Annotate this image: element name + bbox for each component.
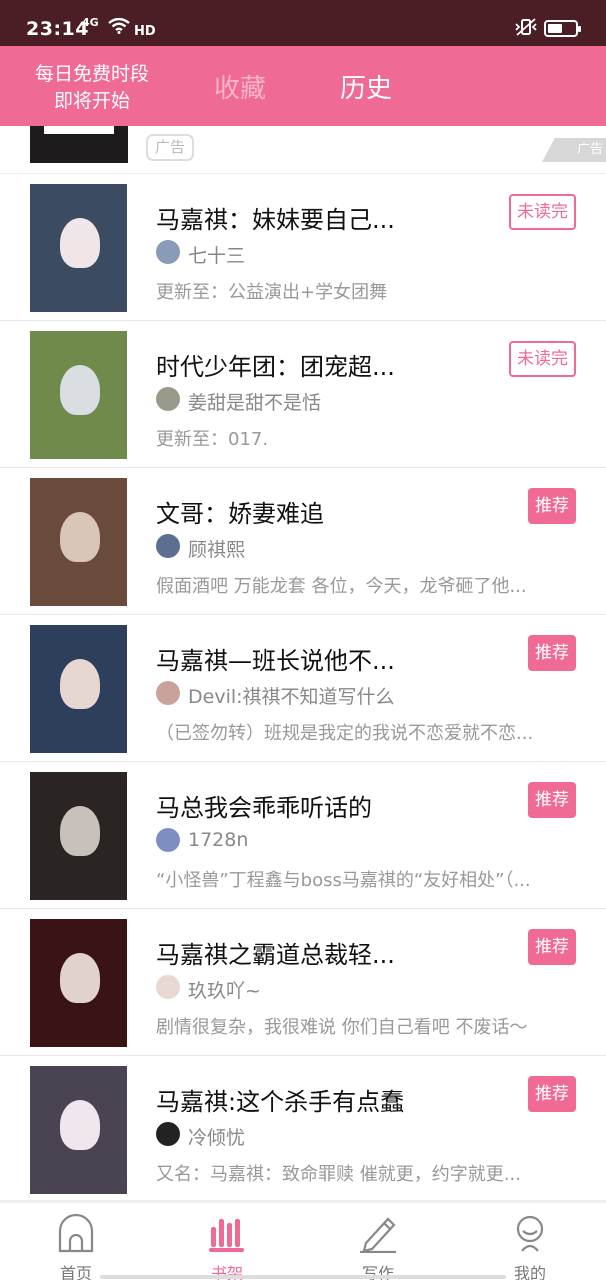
book-description: “小怪兽”丁程鑫与boss马嘉祺的“友好相处”（... [156, 870, 531, 891]
top-header: 每日免费时段 即将开始 收藏 历史 [0, 46, 606, 126]
hd-indicator: HD [134, 24, 156, 39]
author-name: Devil:祺祺不知道写什么 [188, 686, 395, 708]
clock: 23:14 [26, 18, 89, 40]
nav-bookshelf[interactable]: 书架 [177, 1209, 277, 1280]
recommend-badge: 推荐 [528, 635, 576, 671]
promo-line-1: 每日免费时段 [34, 63, 149, 85]
author-avatar [156, 1122, 180, 1146]
recommend-badge: 推荐 [528, 488, 576, 524]
author-avatar [156, 975, 180, 999]
book-description: （已签勿转）班规是我定的我说不恋爱就不恋... [156, 723, 534, 744]
book-title: 马嘉祺—班长说他不... [156, 647, 395, 675]
author-avatar [156, 534, 180, 558]
book-cover [30, 772, 127, 900]
book-cover [30, 184, 127, 312]
book-item[interactable]: 时代少年团：团宠超... 姜甜是甜不是恬 更新至：017. 未读完 [0, 321, 606, 468]
book-title: 马嘉祺：妹妹要自己... [156, 206, 395, 234]
book-cover [30, 625, 127, 753]
free-period-banner[interactable]: 每日免费时段 即将开始 [0, 46, 184, 126]
status-bar: 23:14 4G HD [0, 0, 606, 46]
author-name: 七十三 [188, 245, 246, 267]
nav-write[interactable]: 写作 [328, 1209, 428, 1280]
battery-icon [544, 20, 581, 37]
book-title: 时代少年团：团宠超... [156, 353, 395, 381]
author-avatar [156, 681, 180, 705]
pencil-icon [360, 1217, 396, 1253]
book-title: 马嘉祺:这个杀手有点蠢 [156, 1088, 405, 1116]
network-type: 4G [82, 16, 99, 29]
author-avatar [156, 828, 180, 852]
book-item[interactable]: 马总我会乖乖听话的 1728n “小怪兽”丁程鑫与boss马嘉祺的“友好相处”（… [0, 762, 606, 909]
recommend-badge: 推荐 [528, 782, 576, 818]
book-description: 更新至：017. [156, 429, 269, 450]
recommend-badge: 推荐 [528, 929, 576, 965]
ad-corner-tag: 广告 [542, 138, 606, 162]
nav-profile[interactable]: 我的 [480, 1209, 580, 1280]
nav-home[interactable]: 首页 [26, 1209, 126, 1280]
profile-icon [516, 1215, 544, 1252]
ad-label: 广告 [146, 134, 194, 161]
book-list: 马嘉祺：妹妹要自己... 七十三 更新至：公益演出+学女团舞 未读完 时代少年团… [0, 174, 606, 1203]
book-title: 文哥：娇妻难追 [156, 500, 324, 528]
book-cover [30, 331, 127, 459]
book-item[interactable]: 马嘉祺—班长说他不... Devil:祺祺不知道写什么 （已签勿转）班规是我定的… [0, 615, 606, 762]
status-badge: 未读完 [509, 341, 576, 377]
home-icon [58, 1213, 94, 1253]
ad-thumbnail [30, 126, 128, 163]
ad-banner[interactable]: 广告 广告 [0, 126, 606, 174]
bottom-nav: 首页 书架 写作 我的 [0, 1200, 606, 1280]
wifi-icon [108, 18, 130, 34]
recommend-badge: 推荐 [528, 1076, 576, 1112]
book-description: 更新至：公益演出+学女团舞 [156, 282, 388, 303]
author-avatar [156, 240, 180, 264]
book-description: 剧情很复杂，我很难说 你们自己看吧 不废话～ [156, 1017, 528, 1038]
book-title: 马总我会乖乖听话的 [156, 794, 372, 822]
author-name: 冷倾忧 [188, 1127, 246, 1149]
author-name: 姜甜是甜不是恬 [188, 392, 322, 414]
book-description: 又名：马嘉祺：致命罪赎 催就更，约字就更... [156, 1164, 521, 1185]
vibrate-icon [515, 18, 537, 36]
book-cover [30, 478, 127, 606]
book-item[interactable]: 马嘉祺之霸道总裁轻... 玖玖吖~ 剧情很复杂，我很难说 你们自己看吧 不废话～… [0, 909, 606, 1056]
status-badge: 未读完 [509, 194, 576, 230]
tab-favorites[interactable]: 收藏 [214, 68, 266, 105]
author-avatar [156, 387, 180, 411]
book-item[interactable]: 马嘉祺:这个杀手有点蠢 冷倾忧 又名：马嘉祺：致命罪赎 催就更，约字就更... … [0, 1056, 606, 1203]
author-name: 玖玖吖~ [188, 980, 261, 1002]
bookshelf-icon [209, 1219, 244, 1252]
book-description: 假面酒吧 万能龙套 各位，今天，龙爷砸了他... [156, 576, 527, 597]
author-name: 1728n [188, 829, 249, 851]
book-title: 马嘉祺之霸道总裁轻... [156, 941, 395, 969]
promo-line-2: 即将开始 [53, 90, 130, 112]
signal-icon: 4G [82, 16, 99, 29]
book-item[interactable]: 文哥：娇妻难追 顾祺熙 假面酒吧 万能龙套 各位，今天，龙爷砸了他... 推荐 [0, 468, 606, 615]
book-cover [30, 1066, 127, 1194]
book-cover [30, 919, 127, 1047]
battery-level [548, 24, 562, 33]
gesture-bar [100, 1275, 506, 1279]
author-name: 顾祺熙 [188, 539, 246, 561]
book-item[interactable]: 马嘉祺：妹妹要自己... 七十三 更新至：公益演出+学女团舞 未读完 [0, 174, 606, 321]
tab-history[interactable]: 历史 [340, 68, 392, 105]
